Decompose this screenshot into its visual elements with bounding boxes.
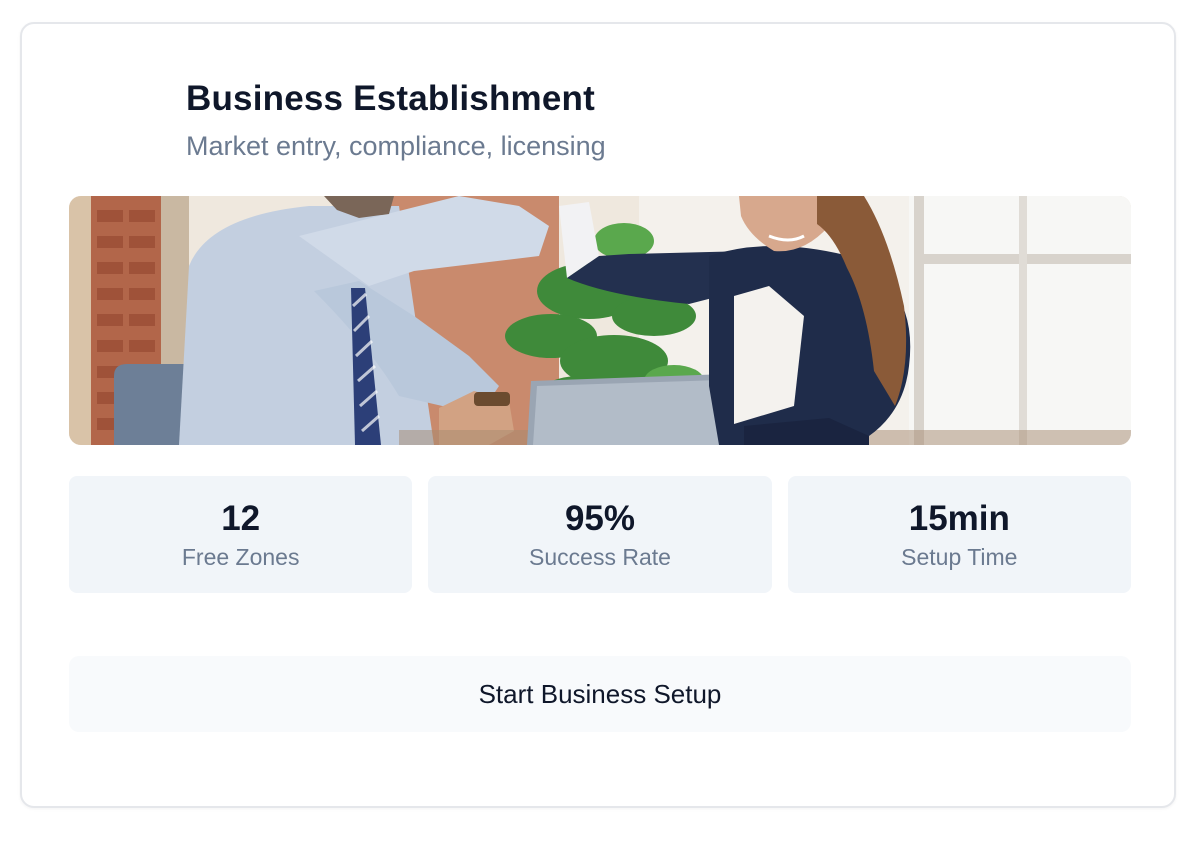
stat-label: Free Zones xyxy=(181,543,300,570)
stat-value: 12 xyxy=(221,498,261,538)
stat-setup-time: 15min Setup Time xyxy=(787,476,1131,593)
card-title: Business Establishment xyxy=(186,79,595,118)
start-business-setup-button[interactable]: Start Business Setup xyxy=(69,656,1131,732)
business-establishment-card: Business Establishment Market entry, com… xyxy=(20,22,1176,808)
stat-label: Success Rate xyxy=(529,543,671,570)
stat-value: 15min xyxy=(908,498,1010,538)
stat-success-rate: 95% Success Rate xyxy=(428,476,772,593)
stat-label: Setup Time xyxy=(901,543,1018,570)
hero-image xyxy=(69,196,1131,445)
stat-free-zones: 12 Free Zones xyxy=(69,476,413,593)
card-subtitle: Market entry, compliance, licensing xyxy=(186,131,606,161)
stat-value: 95% xyxy=(564,498,636,538)
stats-row: 12 Free Zones 95% Success Rate 15min Set… xyxy=(69,476,1131,593)
